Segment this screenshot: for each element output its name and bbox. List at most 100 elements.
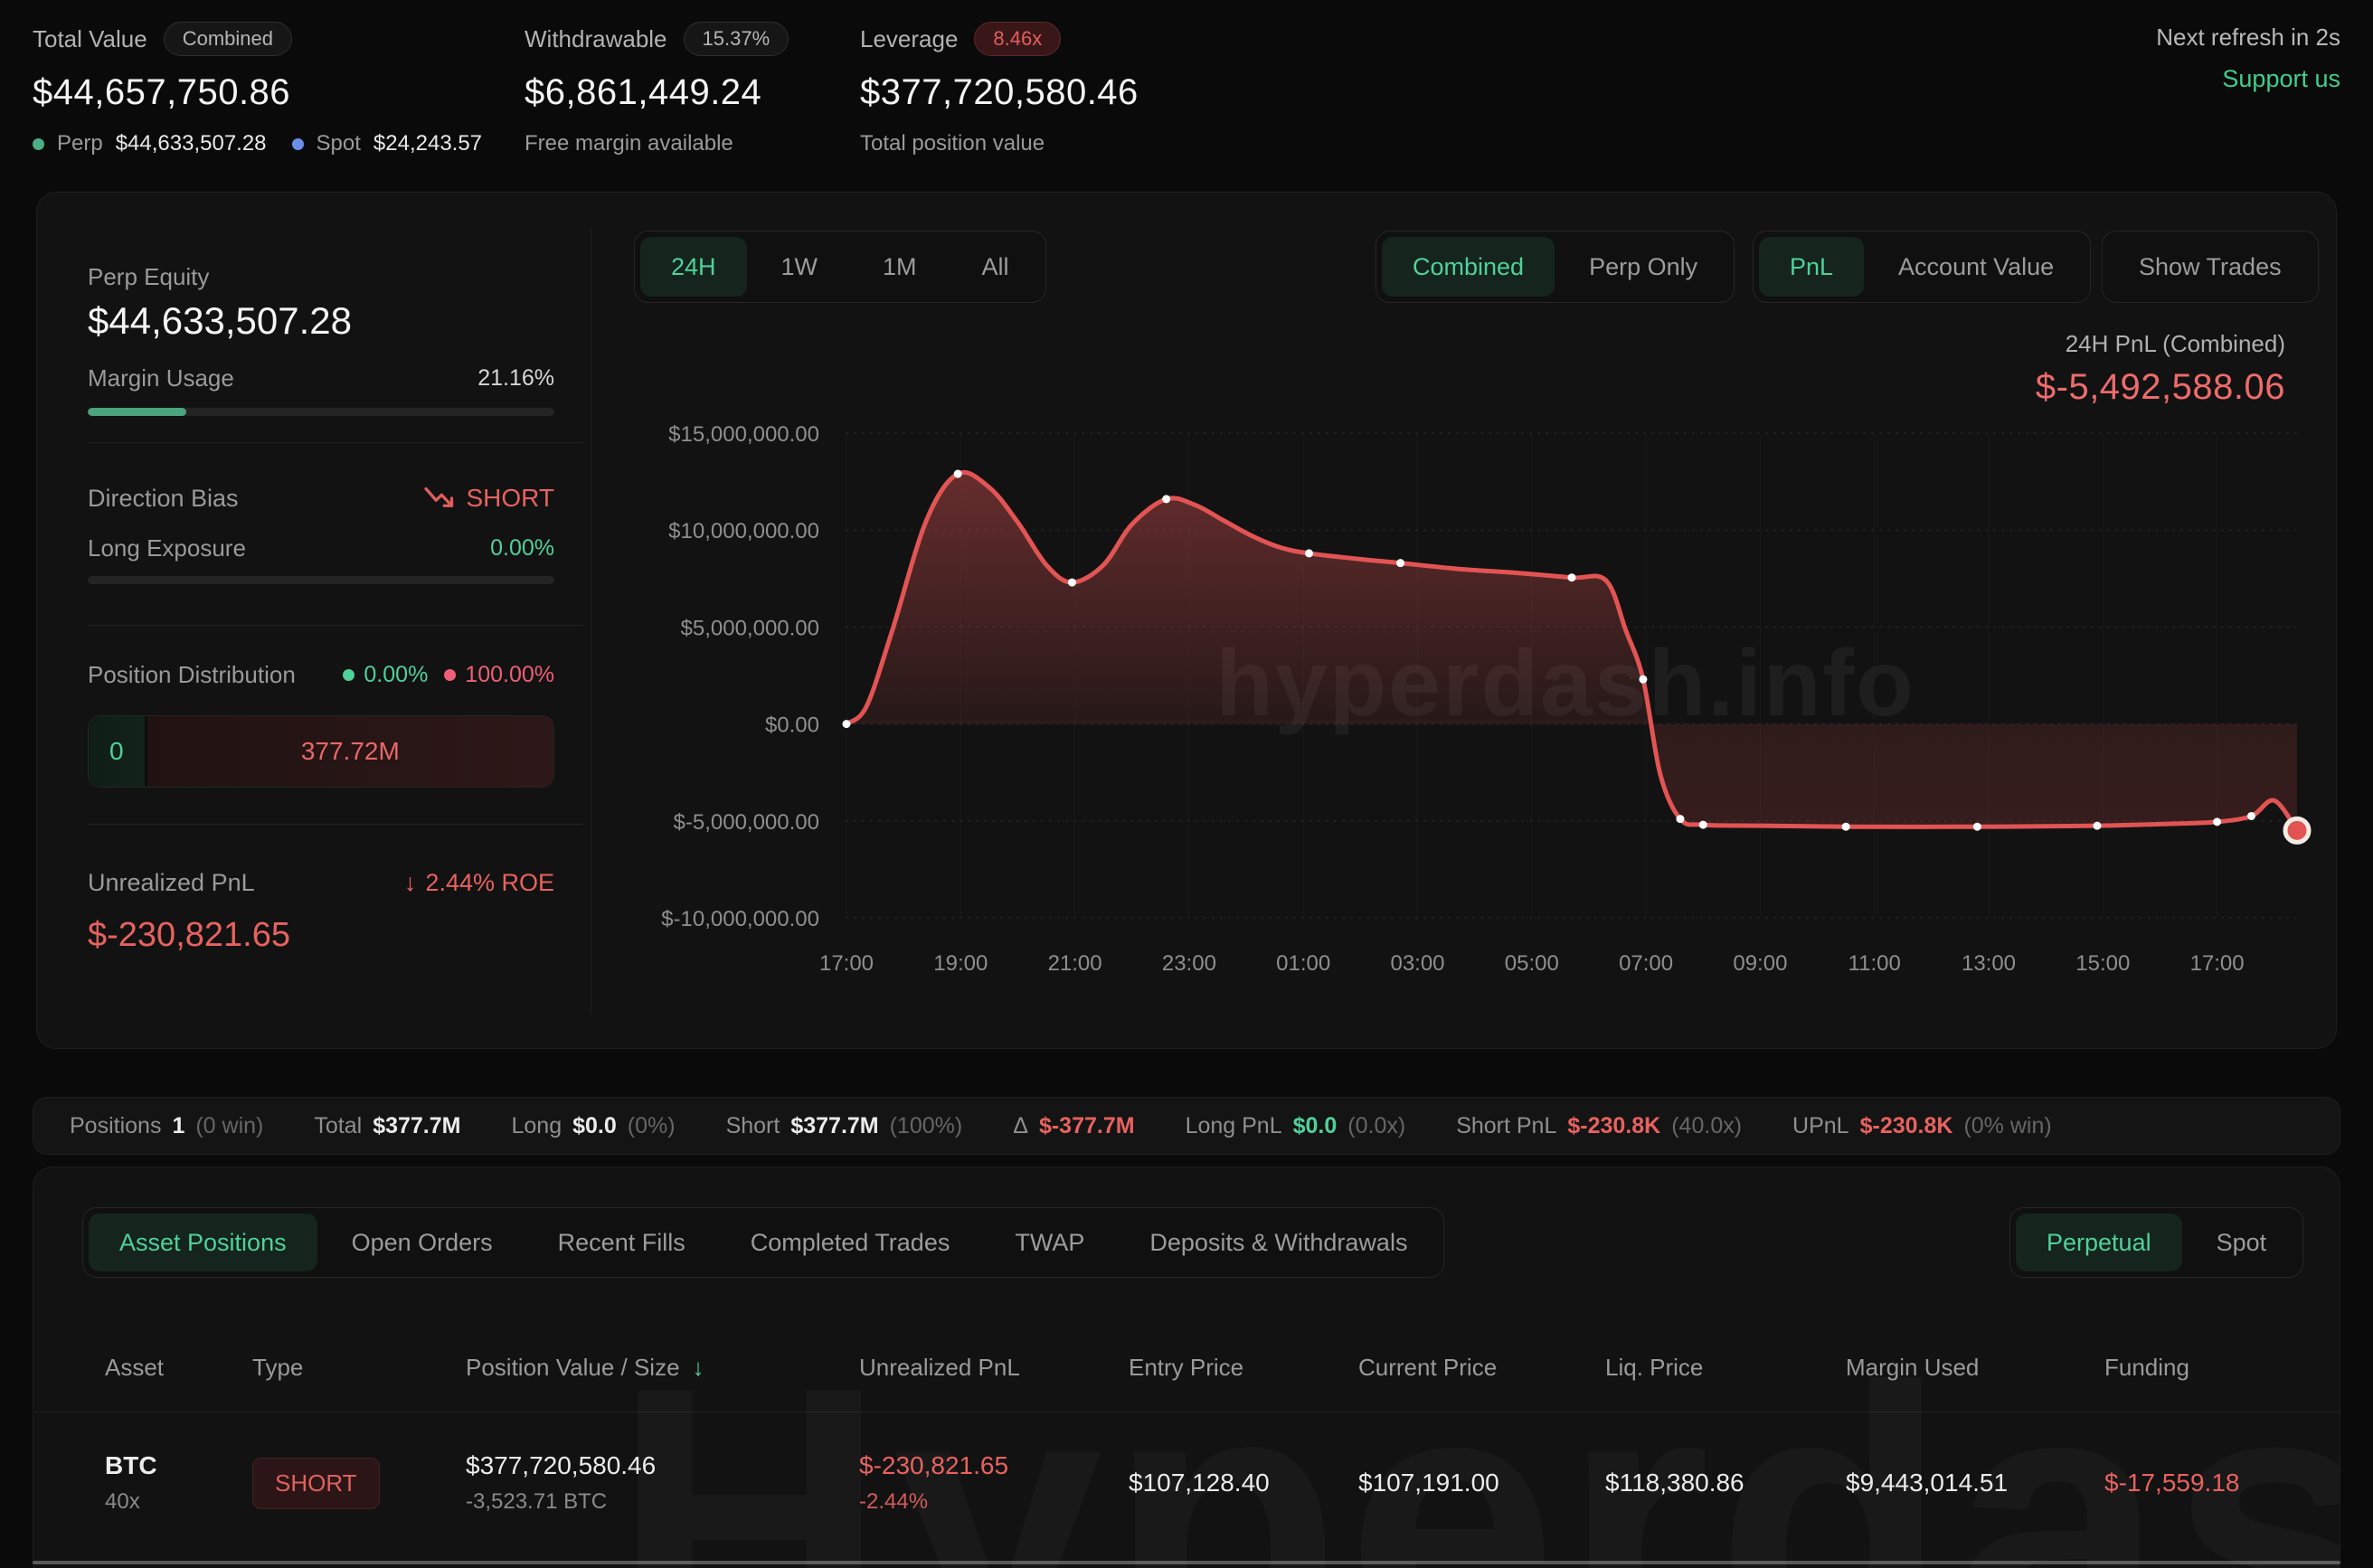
mode-tab-pnl[interactable]: PnL [1759,237,1864,297]
leverage-stat: Leverage 8.46x $377,720,580.46 Total pos… [860,22,1139,156]
long-exposure-label: Long Exposure [88,534,246,562]
horizontal-scrollbar[interactable] [33,1561,2340,1564]
margin-usage-track [88,408,554,416]
svg-text:17:00: 17:00 [2190,951,2245,976]
mode-tab-account-value[interactable]: Account Value [1867,237,2085,297]
svg-text:19:00: 19:00 [933,951,988,976]
chart-pnl-label: 24H PnL (Combined) [2036,330,2285,358]
perp-equity-label: Perp Equity [88,263,209,291]
svg-text:$-5,000,000.00: $-5,000,000.00 [674,810,819,835]
summary-long-pnl: Long PnL $0.0 (0.0x) [1186,1113,1406,1139]
direction-bias-label: Direction Bias [88,485,239,513]
short-type-badge: SHORT [252,1458,380,1509]
col-unrealized-pnl: Unrealized PnL [859,1354,1129,1382]
long-exposure-value: 0.00% [490,535,554,562]
range-tab-group: 24H 1W 1M All [634,231,1046,303]
summary-short: Short $377.7M (100%) [726,1113,963,1139]
perp-equity-value: $44,633,507.28 [88,299,352,343]
leverage-amount: $377,720,580.46 [860,72,1139,113]
perp-dot-icon [33,138,44,150]
scope-tab-perp-only[interactable]: Perp Only [1558,237,1728,297]
show-trades-button[interactable]: Show Trades [2102,231,2319,303]
svg-text:$15,000,000.00: $15,000,000.00 [668,422,819,447]
leverage-badge: 8.46x [974,22,1061,56]
unrealized-pnl-label: Unrealized PnL [88,869,255,897]
svg-text:$0.00: $0.00 [765,713,819,738]
portfolio-chart-card: Perp Equity $44,633,507.28 Margin Usage … [36,192,2337,1049]
summary-short-pnl: Short PnL $-230.8K (40.0x) [1456,1113,1742,1139]
distribution-long-segment: 0 [89,716,145,787]
equity-panel: Perp Equity $44,633,507.28 Margin Usage … [88,193,591,1050]
svg-text:03:00: 03:00 [1390,951,1444,976]
tab-recent-fills[interactable]: Recent Fills [527,1214,716,1271]
mode-tab-group: PnL Account Value [1753,231,2091,303]
panel-divider [88,442,583,443]
summary-total: Total $377.7M [314,1113,460,1139]
range-tab-24h[interactable]: 24H [640,237,747,297]
svg-text:07:00: 07:00 [1619,951,1673,976]
market-toggle-group: Perpetual Spot [2009,1207,2303,1278]
row-size: -3,523.71 BTC [466,1489,859,1515]
chart-endpoint-marker [2285,818,2309,842]
svg-text:15:00: 15:00 [2075,951,2130,976]
tab-completed-trades[interactable]: Completed Trades [720,1214,981,1271]
svg-text:17:00: 17:00 [819,951,874,976]
long-pct-label: 0.00% [364,662,428,688]
positions-table-header: Asset Type Position Value / Size ↓ Unrea… [33,1354,2340,1382]
chart-pnl-value: $-5,492,588.06 [2036,367,2285,408]
range-tab-1w[interactable]: 1W [751,237,849,297]
distribution-long-value: 0 [109,737,124,766]
position-distribution-label: Position Distribution [88,661,296,689]
positions-tab-group: Asset Positions Open Orders Recent Fills… [82,1207,1444,1278]
scope-tab-group: Combined Perp Only [1376,231,1735,303]
withdrawable-pct-badge: 15.37% [684,22,789,56]
row-liq-price: $118,380.86 [1605,1469,1846,1497]
margin-usage-label: Margin Usage [88,364,234,392]
positions-section: Hyperdash Asset Positions Open Orders Re… [33,1167,2340,1568]
chart-pnl-summary: 24H PnL (Combined) $-5,492,588.06 [2036,330,2285,408]
market-tab-spot[interactable]: Spot [2186,1214,2298,1271]
short-pct-label: 100.00% [465,662,554,688]
combined-badge: Combined [164,22,292,56]
row-asset: BTC [105,1451,252,1480]
svg-text:11:00: 11:00 [1848,951,1901,976]
pnl-chart[interactable]: 17:0019:0021:0023:0001:0003:0005:0007:00… [634,408,2316,1005]
perp-value: $44,633,507.28 [116,131,267,156]
range-tab-1m[interactable]: 1M [852,237,948,297]
sort-down-icon: ↓ [693,1354,704,1382]
table-row-btc[interactable]: BTC 40x SHORT $377,720,580.46 -3,523.71 … [33,1424,2340,1542]
refresh-status: Next refresh in 2s [2156,24,2340,52]
tab-asset-positions[interactable]: Asset Positions [89,1214,317,1271]
range-tab-all[interactable]: All [951,237,1040,297]
svg-text:$10,000,000.00: $10,000,000.00 [668,519,819,543]
margin-usage-value: 21.16% [477,365,554,392]
summary-upnl: UPnL $-230.8K (0% win) [1792,1113,2052,1139]
svg-text:21:00: 21:00 [1048,951,1102,976]
row-leverage: 40x [105,1489,252,1515]
roe-value: 2.44% ROE [425,869,554,897]
position-distribution-bar: 0 377.72M [88,715,554,788]
col-asset: Asset [105,1354,252,1382]
total-value-label: Total Value [33,25,147,53]
row-unrealized-pnl-pct: -2.44% [859,1489,1129,1515]
leverage-sub: Total position value [860,131,1045,156]
market-tab-perpetual[interactable]: Perpetual [2016,1214,2182,1271]
tab-deposits-withdrawals[interactable]: Deposits & Withdrawals [1119,1214,1438,1271]
support-us-link[interactable]: Support us [2222,65,2340,93]
trending-down-icon [423,485,456,512]
svg-text:01:00: 01:00 [1276,951,1330,976]
scope-tab-combined[interactable]: Combined [1382,237,1555,297]
hyperdash-dashboard: Total Value Combined $44,657,750.86 Perp… [0,0,2373,1568]
withdrawable-label: Withdrawable [525,25,667,53]
withdrawable-amount: $6,861,449.24 [525,72,789,113]
margin-usage-fill [88,408,186,416]
perp-label: Perp [57,131,103,156]
row-margin-used: $9,443,014.51 [1846,1469,2104,1497]
positions-summary-bar: Positions 1 (0 win) Total $377.7M Long $… [33,1097,2340,1155]
tab-open-orders[interactable]: Open Orders [321,1214,524,1271]
panel-divider [88,824,583,825]
withdrawable-sub: Free margin available [525,131,733,156]
col-type: Type [252,1354,466,1382]
col-position-value-size[interactable]: Position Value / Size ↓ [466,1354,859,1382]
tab-twap[interactable]: TWAP [984,1214,1115,1271]
